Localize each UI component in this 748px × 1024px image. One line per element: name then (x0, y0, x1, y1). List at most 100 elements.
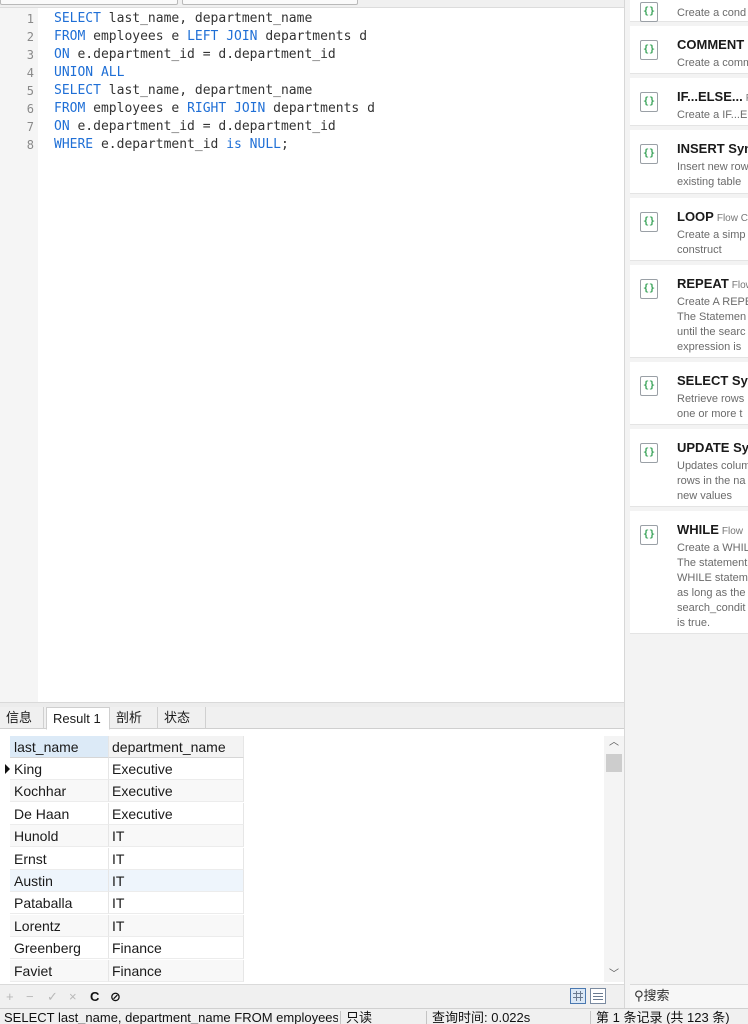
code-line[interactable]: 8 WHERE e.department_id is NULL; (0, 136, 624, 154)
snippet-item[interactable]: {} Create a cond (630, 0, 748, 22)
cell-last-name[interactable]: Greenberg (10, 937, 109, 960)
tab-status[interactable]: 状态 (158, 707, 206, 729)
status-record-count: 第 1 条记录 (共 123 条) (596, 1010, 730, 1024)
snippet-item[interactable]: {} COMMENT Create a comm (630, 26, 748, 74)
code-line[interactable]: 4 UNION ALL (0, 64, 624, 82)
snippet-title: IF...ELSE...F (677, 89, 748, 104)
grid-view-icon[interactable] (570, 988, 586, 1004)
cell-last-name[interactable]: Kochhar (10, 780, 109, 803)
cell-last-name[interactable]: De Haan (10, 802, 109, 825)
cell-last-name[interactable]: King (10, 758, 109, 780)
sql-text: departments d (257, 29, 368, 44)
snippet-item[interactable]: {} WHILE Flow Create a WHIL The statement W… (630, 511, 748, 634)
stop-icon[interactable]: ⊘ (110, 989, 121, 1005)
scroll-up-arrow-icon[interactable]: ︿ (604, 736, 624, 750)
status-bar: SELECT last_name, department_name FROM e… (0, 1008, 748, 1024)
status-query-time: 查询时间: 0.022s (432, 1010, 531, 1024)
table-row[interactable]: Hunold IT (0, 825, 244, 848)
sql-text: ; (281, 137, 289, 152)
line-number: 7 (26, 120, 34, 134)
line-number: 4 (26, 66, 34, 80)
row-indicator (2, 825, 10, 847)
table-row[interactable]: Greenberg Finance (0, 937, 244, 960)
snippet-title: UPDATE Sy (677, 440, 748, 455)
sql-text: departments d (265, 101, 375, 116)
sql-editor[interactable]: 1 SELECT last_name, department_name 2 FROM … (0, 8, 624, 702)
row-indicator (2, 915, 10, 937)
code-brackets-icon: {} (640, 2, 658, 22)
column-header-department-name[interactable]: department_name (109, 736, 244, 758)
sql-keyword: LEFT JOIN (187, 29, 258, 44)
toolbar-dropdown-connection[interactable] (0, 0, 178, 5)
apply-changes-icon[interactable]: ✓ (47, 989, 58, 1005)
cell-department-name[interactable]: Executive (109, 780, 244, 803)
table-row[interactable]: Pataballa IT (0, 892, 244, 915)
code-text: SELECT last_name, department_name (54, 82, 312, 100)
snippet-item[interactable]: {} UPDATE Sy Updates colum rows in the na … (630, 429, 748, 507)
code-line[interactable]: 1 SELECT last_name, department_name (0, 10, 624, 28)
code-line[interactable]: 5 SELECT last_name, department_name (0, 82, 624, 100)
cell-department-name[interactable]: Finance (109, 937, 244, 960)
cell-last-name[interactable]: Ernst (10, 847, 109, 870)
cell-last-name[interactable]: Hunold (10, 825, 109, 848)
discard-changes-icon[interactable]: × (69, 989, 77, 1005)
table-row[interactable]: Faviet Finance (0, 959, 244, 982)
table-row[interactable]: Kochhar Executive (0, 780, 244, 803)
snippet-search[interactable]: ⚲搜索 (630, 984, 748, 1008)
cell-last-name[interactable]: Austin (10, 870, 109, 892)
code-line[interactable]: 6 FROM employees e RIGHT JOIN departments… (0, 100, 624, 118)
table-row[interactable]: Ernst IT (0, 847, 244, 870)
cell-last-name[interactable]: Pataballa (10, 892, 109, 915)
snippet-category: Flow (731, 280, 748, 291)
snippet-item[interactable]: {} SELECT Syn Retrieve rows one or more t (630, 362, 748, 425)
code-brackets-icon: {} (640, 279, 658, 299)
cell-department-name[interactable]: IT (109, 870, 244, 892)
search-input[interactable]: 搜索 (644, 988, 670, 1003)
line-number: 1 (26, 12, 34, 26)
snippet-item[interactable]: {} REPEATFlow Create A REPE The Statemen u… (630, 265, 748, 358)
table-row[interactable]: King Executive (0, 758, 244, 780)
tab-result-1[interactable]: Result 1 (46, 707, 110, 730)
scroll-down-arrow-icon[interactable]: ﹀ (604, 968, 624, 982)
cell-department-name[interactable]: IT (109, 914, 244, 937)
row-indicator (2, 892, 10, 914)
snippet-category: Flow (721, 526, 744, 537)
tab-profile[interactable]: 剖析 (110, 707, 158, 729)
code-brackets-icon: {} (640, 212, 658, 232)
cell-last-name[interactable]: Faviet (10, 959, 109, 982)
cell-last-name[interactable]: Lorentz (10, 914, 109, 937)
table-row[interactable]: Austin IT (0, 870, 244, 892)
code-line[interactable]: 2 FROM employees e LEFT JOIN departments … (0, 28, 624, 46)
cell-department-name[interactable]: Executive (109, 758, 244, 780)
tab-info[interactable]: 信息 (0, 707, 44, 729)
cell-department-name[interactable]: Finance (109, 959, 244, 982)
code-line[interactable]: 7 ON e.department_id = d.department_id (0, 118, 624, 136)
add-record-icon[interactable]: + (6, 989, 14, 1005)
snippet-item[interactable]: {} LOOP Flow C Create a simp construct (630, 198, 748, 261)
scroll-thumb[interactable] (606, 754, 622, 772)
toolbar-dropdown-database[interactable] (182, 0, 358, 5)
main-panel: 1 SELECT last_name, department_name 2 FROM … (0, 0, 624, 1024)
snippet-category: Flow C (716, 213, 748, 224)
code-line[interactable]: 3 ON e.department_id = d.department_id (0, 46, 624, 64)
sql-text: employees e (85, 101, 188, 116)
cell-department-name[interactable]: IT (109, 825, 244, 848)
delete-record-icon[interactable]: − (26, 989, 34, 1005)
table-row[interactable]: De Haan Executive (0, 802, 244, 825)
snippet-title-text: WHILE (677, 522, 719, 537)
status-readonly: 只读 (346, 1010, 373, 1024)
column-header-last-name[interactable]: last_name (10, 736, 109, 758)
cell-department-name[interactable]: Executive (109, 802, 244, 825)
grid-scrollbar[interactable]: ︿ ﹀ (604, 736, 624, 982)
sql-keyword: RIGHT JOIN (187, 101, 266, 116)
line-number: 3 (26, 48, 34, 62)
cell-department-name[interactable]: IT (109, 847, 244, 870)
refresh-icon[interactable]: C (90, 989, 99, 1005)
form-view-icon[interactable] (590, 988, 606, 1004)
cell-department-name[interactable]: IT (109, 892, 244, 915)
sql-keyword: ON (54, 47, 70, 62)
table-row[interactable]: Lorentz IT (0, 914, 244, 937)
snippet-item[interactable]: {} INSERT Syn Insert new row existing tabl… (630, 130, 748, 194)
snippet-item[interactable]: {} IF...ELSE...F Create a IF...E (630, 78, 748, 126)
snippet-description: Retrieve rows one or more t (677, 393, 745, 420)
